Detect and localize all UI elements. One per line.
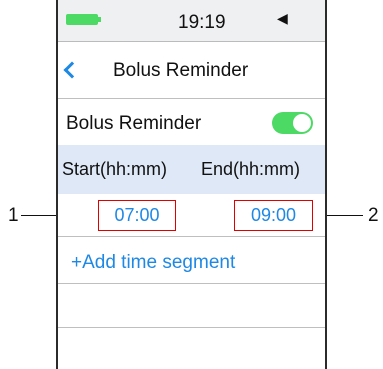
column-header-band: Start(hh:mm) End(hh:mm) [58, 145, 325, 194]
bolus-reminder-row: Bolus Reminder [58, 102, 325, 144]
bolus-reminder-label: Bolus Reminder [66, 113, 202, 134]
divider [58, 41, 325, 42]
callout-2-label: 2 [368, 205, 379, 226]
page-title: Bolus Reminder [113, 60, 249, 81]
page-header: Bolus Reminder [58, 48, 325, 98]
divider [58, 98, 325, 99]
end-column-header: End(hh:mm) [201, 159, 301, 179]
mute-icon: ◀︎ [277, 10, 288, 26]
toggle-knob [293, 114, 311, 132]
divider [58, 327, 325, 328]
start-column-header: Start(hh:mm) [62, 159, 168, 179]
status-bar: 19:19 ◀︎ [58, 0, 325, 41]
divider [58, 283, 325, 284]
battery-tip [98, 17, 101, 22]
end-time-field[interactable]: 09:00 [234, 200, 313, 231]
start-time-field[interactable]: 07:00 [98, 200, 176, 231]
callout-1-label: 1 [8, 205, 19, 226]
bolus-reminder-toggle[interactable] [272, 112, 313, 134]
battery-full-icon [66, 14, 98, 25]
status-time: 19:19 [178, 12, 226, 33]
chevron-left-icon[interactable] [63, 61, 81, 79]
divider [58, 236, 325, 237]
device-screen: 19:19 ◀︎ Bolus Reminder Bolus Reminder S… [56, 0, 327, 369]
add-time-segment-link[interactable]: +Add time segment [71, 252, 235, 274]
